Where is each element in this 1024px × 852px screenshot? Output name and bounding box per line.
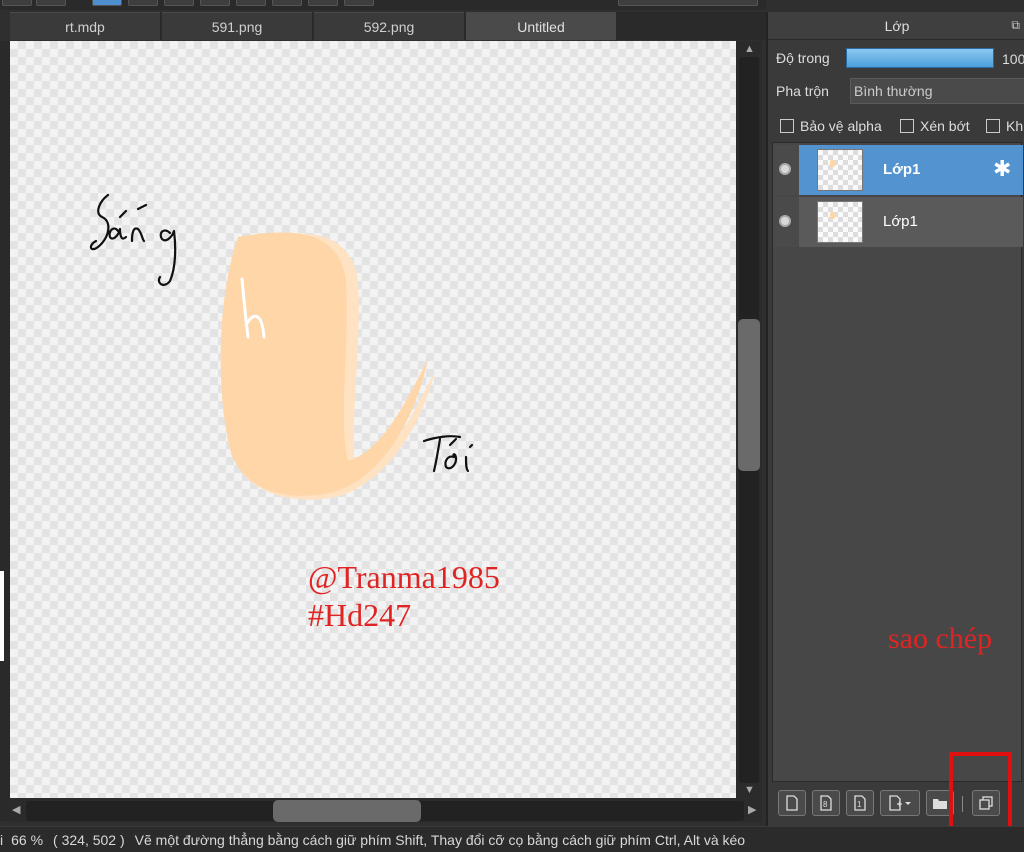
checkbox-box[interactable] [986,119,1000,133]
protect-alpha-checkbox[interactable]: Bảo vệ alpha [780,118,882,134]
add-layer-dropdown-icon [889,795,911,811]
visibility-eye-icon[interactable] [779,215,791,227]
toolbar-button[interactable] [200,0,230,6]
toolbar-button[interactable] [272,0,302,6]
vertical-scroll-thumb[interactable] [738,319,760,471]
svg-text:1: 1 [857,800,862,809]
cursor-coords: ( 324, 502 ) [53,831,125,848]
panel-title: Lớp [768,12,1024,40]
tab-untitled[interactable]: Untitled [466,12,616,40]
annotation-line1: @Tranma1985 [308,559,500,595]
lock-checkbox[interactable]: Kh [986,118,1023,134]
toolbar-field[interactable] [618,0,758,6]
status-hint: Vẽ một đường thẳng bằng cách giữ phím Sh… [134,831,746,848]
handwriting-toi [422,435,474,473]
status-bar: i 66 % ( 324, 502 ) Vẽ một đường thẳng b… [0,826,1024,852]
clipping-checkbox[interactable]: Xén bớt [900,118,970,134]
layer-name: Lớp1 [883,213,918,230]
layer-name: Lớp1 [883,161,921,178]
toolbar-button[interactable] [128,0,158,6]
new-layer-icon [786,795,798,811]
toolbar-button[interactable] [2,0,32,6]
document-tabs: rt.mdp 591.png 592.png Untitled [10,12,766,40]
visibility-eye-icon[interactable] [779,163,791,175]
scroll-up-icon[interactable]: ▲ [744,43,755,55]
toolbar-button[interactable] [164,0,194,6]
checkbox-label: Bảo vệ alpha [800,118,882,134]
scroll-down-icon[interactable]: ▼ [744,784,755,796]
layer-thumbnail [817,201,863,243]
tab-591-png[interactable]: 591.png [162,12,312,40]
left-panel-fragment [0,571,4,661]
blend-mode-select[interactable]: Bình thường [850,78,1024,104]
layer-panel: Lớp ⧉ Độ trong 100 Pha trộn Bình thường … [766,12,1024,826]
zoom-level: 66 % [11,831,44,848]
opacity-label: Độ trong [776,50,830,66]
drawing-canvas[interactable]: @Tranma1985 #Hd247 [10,41,736,798]
left-edge-panel [0,41,10,821]
opacity-value: 100 [1002,51,1024,67]
scroll-right-icon[interactable]: ▶ [748,804,756,816]
new-1bit-layer-button[interactable]: 1 [846,790,874,816]
toolbar-button[interactable] [308,0,338,6]
folder-icon [933,799,947,809]
toolbar-button[interactable] [236,0,266,6]
new-layer-button[interactable] [778,790,806,816]
annotation-line2: #Hd247 [308,597,412,633]
app-window: rt.mdp 591.png 592.png Untitled @Tranma1… [0,0,1024,852]
new-8bit-layer-icon: 8 [820,795,832,811]
brush-stroke-main [220,232,428,496]
horizontal-scrollbar[interactable]: ◀ ▶ [10,798,762,822]
checkbox-label: Xén bớt [920,118,970,134]
popout-icon[interactable]: ⧉ [1011,18,1020,33]
layer-thumbnail [817,149,863,191]
canvas-artwork [89,193,474,500]
add-layer-dropdown-button[interactable] [880,790,920,816]
layer-settings-gear-icon[interactable]: ✱ [993,157,1011,181]
toolbar-button[interactable] [92,0,122,6]
copy-annotation: sao chép [888,622,993,655]
tab-592-png[interactable]: 592.png [314,12,464,40]
toolbar-button[interactable] [344,0,374,6]
checkbox-box[interactable] [900,119,914,133]
vertical-scrollbar[interactable]: ▲ ▼ [736,41,762,798]
horizontal-scroll-thumb[interactable] [273,800,421,822]
checkbox-box[interactable] [780,119,794,133]
layer-row[interactable]: Lớp1 ✱ [773,145,1023,195]
svg-text:8: 8 [823,800,828,809]
scroll-left-icon[interactable]: ◀ [12,804,20,816]
checkbox-label: Kh [1006,118,1024,134]
layer-list: Lớp1 ✱ Lớp1 [772,142,1023,782]
new-8bit-layer-button[interactable]: 8 [812,790,840,816]
toolbar-button[interactable] [36,0,66,6]
layer-row[interactable]: Lớp1 [773,197,1023,247]
tab-rt-mdp[interactable]: rt.mdp [10,12,160,40]
new-1bit-layer-icon: 1 [854,795,866,811]
status-edge-char: i [0,831,4,848]
opacity-slider[interactable] [846,48,994,68]
blend-label: Pha trộn [776,83,829,99]
top-toolbar [0,0,766,10]
handwriting-sang [89,193,177,286]
